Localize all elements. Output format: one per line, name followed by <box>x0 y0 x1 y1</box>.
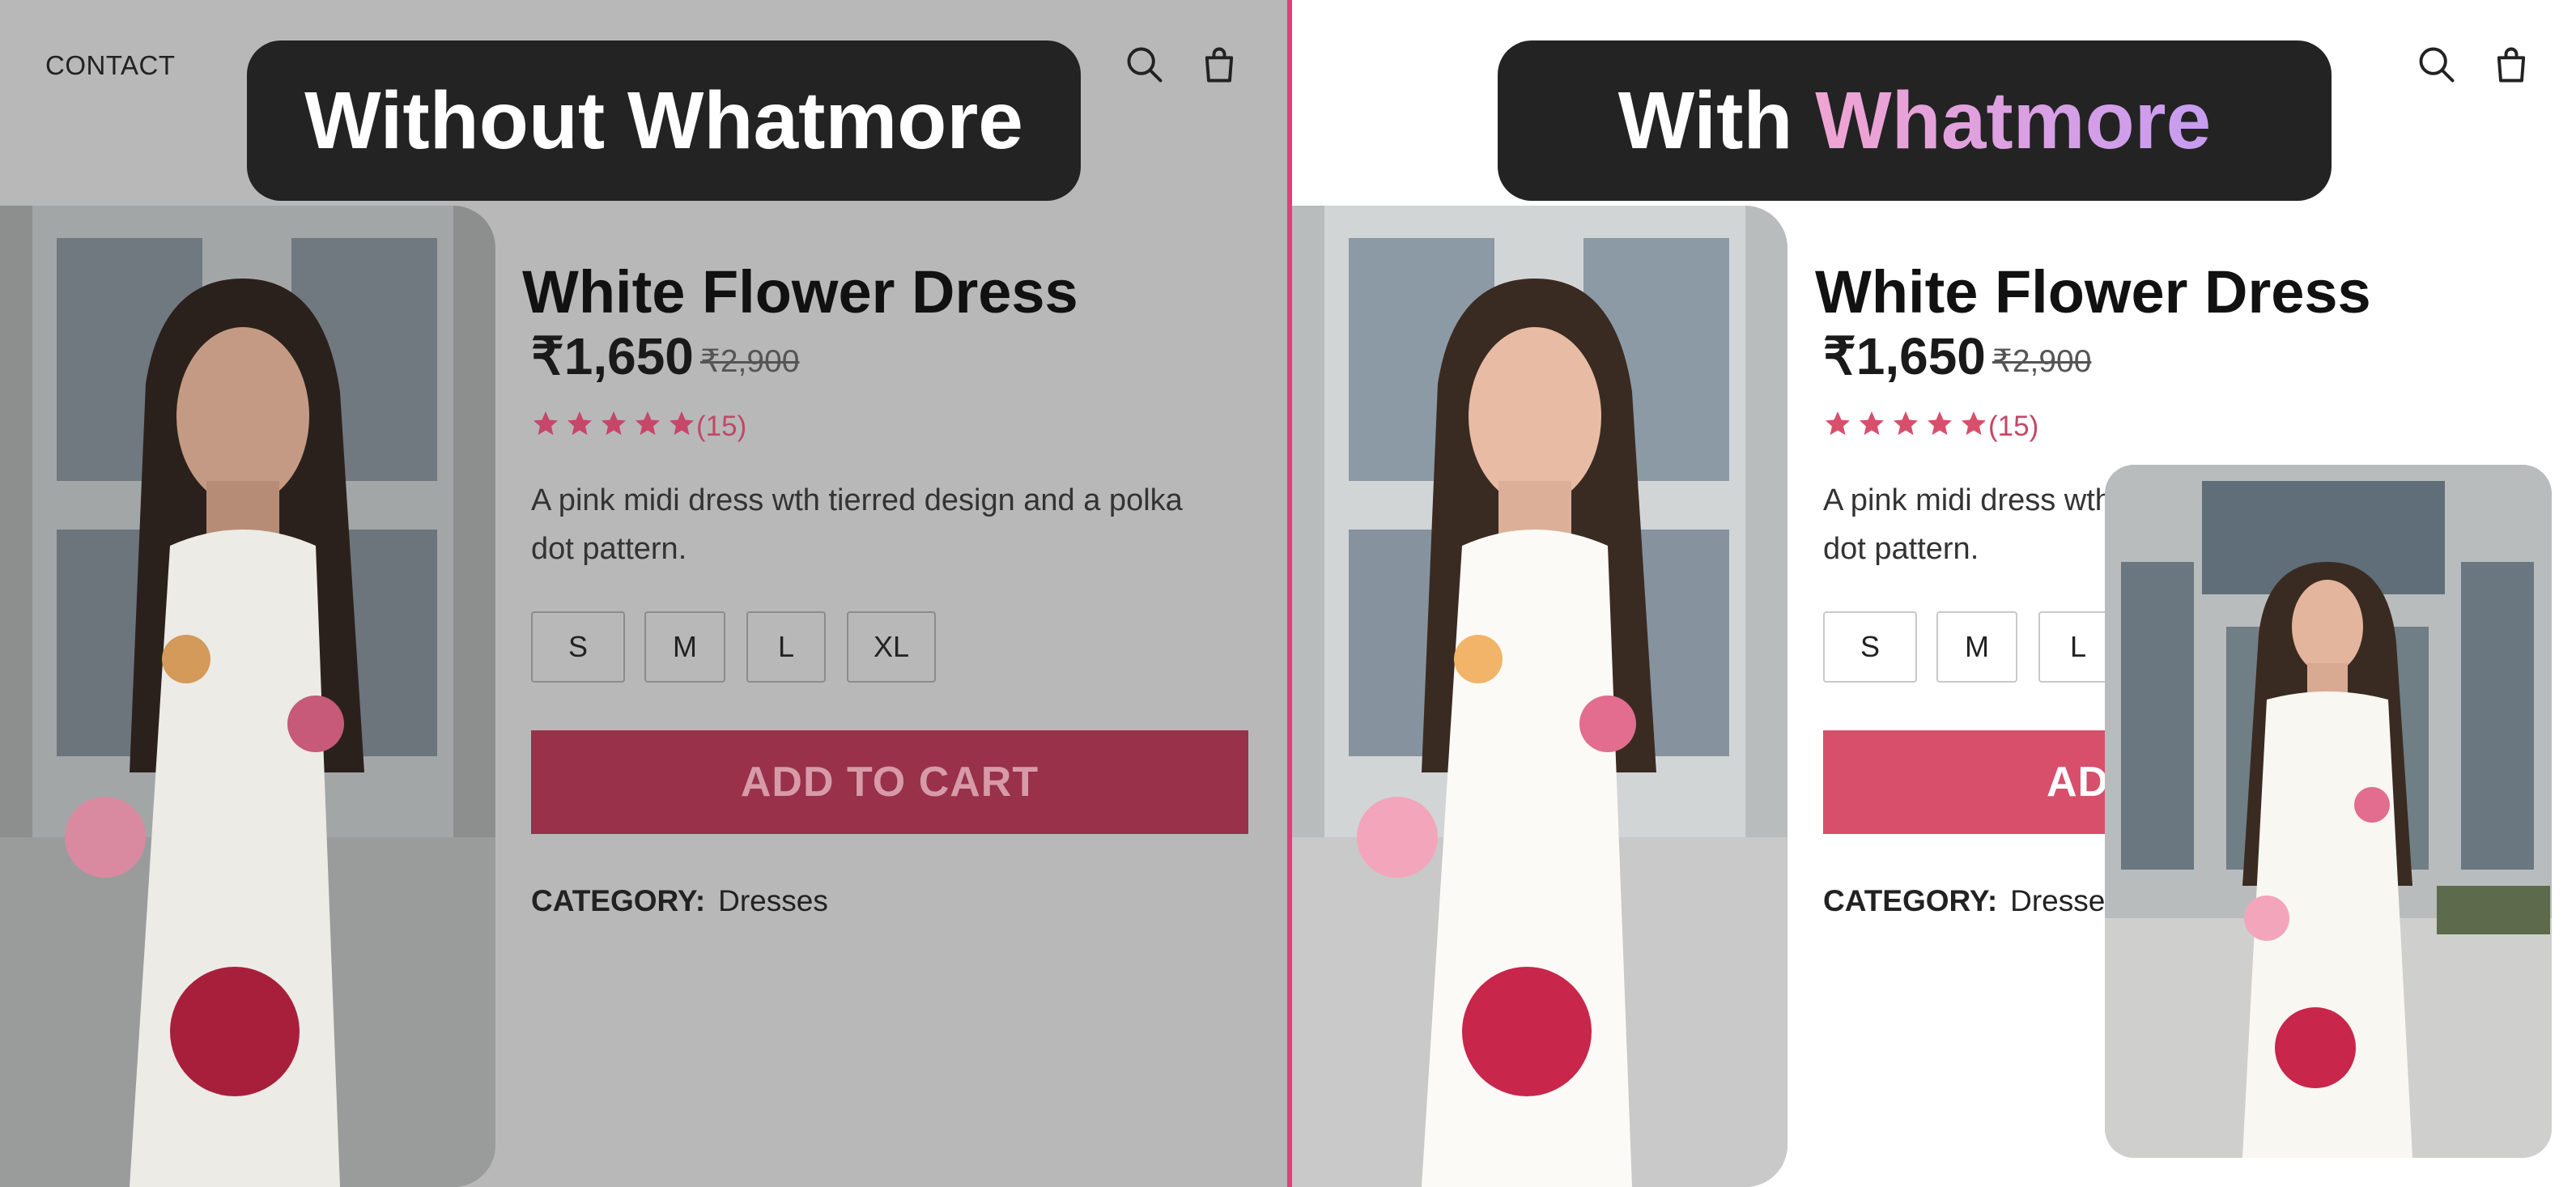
product-price: ₹1,650 <box>1823 327 1986 385</box>
star-icon <box>533 411 558 436</box>
star-icon <box>670 411 694 436</box>
rating-stars <box>1823 409 1988 438</box>
product-image[interactable] <box>1292 206 1787 1187</box>
product-old-price: ₹2,900 <box>1992 344 2092 379</box>
search-icon[interactable] <box>1124 44 1166 86</box>
product-price: ₹1,650 <box>531 327 694 385</box>
product-image[interactable] <box>0 206 495 1187</box>
rating-stars <box>531 409 696 438</box>
category-value[interactable]: Dresses <box>718 884 828 917</box>
whatmore-brand: Whatmore <box>1815 74 2212 166</box>
nav-contact-link[interactable]: CONTACT <box>45 50 176 81</box>
star-icon <box>1826 411 1850 436</box>
product-old-price: ₹2,900 <box>700 344 800 379</box>
banner-text: Without Whatmore <box>304 74 1023 166</box>
product-description: A pink midi dress wth tierred design and… <box>531 483 1183 566</box>
star-icon <box>1894 411 1918 436</box>
review-count[interactable]: (15) <box>696 411 746 443</box>
star-icon <box>1860 411 1884 436</box>
banner-without-whatmore: Without Whatmore <box>247 40 1081 201</box>
whatmore-video-widget[interactable] <box>2105 465 2552 1158</box>
product-title: White Flower Dress <box>1815 258 2371 325</box>
size-option-m[interactable]: M <box>644 611 725 683</box>
star-icon <box>635 411 660 436</box>
product-category: CATEGORY: Dresses <box>531 884 828 918</box>
banner-with-whatmore: With Whatmore <box>1498 40 2332 201</box>
size-option-m[interactable]: M <box>1936 611 2017 683</box>
star-icon <box>1928 411 1952 436</box>
size-option-l[interactable]: L <box>746 611 826 683</box>
search-icon[interactable] <box>2416 44 2458 86</box>
size-option-xl[interactable]: XL <box>847 611 936 683</box>
review-count[interactable]: (15) <box>1988 411 2038 443</box>
banner-prefix: With <box>1617 74 1816 166</box>
category-label: CATEGORY: <box>531 884 706 917</box>
size-option-s[interactable]: S <box>531 611 625 683</box>
panel-without-whatmore: CONTACT Without Whatmore White Flower Dr… <box>0 0 1287 1187</box>
bag-icon[interactable] <box>1198 44 1240 86</box>
bag-icon[interactable] <box>2490 44 2532 86</box>
star-icon <box>601 411 626 436</box>
product-category: CATEGORY: Dresses <box>1823 884 2120 918</box>
category-label: CATEGORY: <box>1823 884 1998 917</box>
category-value[interactable]: Dresses <box>2010 884 2120 917</box>
product-title: White Flower Dress <box>522 258 1078 325</box>
star-icon <box>1962 411 1986 436</box>
size-option-s[interactable]: S <box>1823 611 1917 683</box>
add-to-cart-button[interactable]: ADD TO CART <box>531 730 1248 834</box>
star-icon <box>567 411 592 436</box>
